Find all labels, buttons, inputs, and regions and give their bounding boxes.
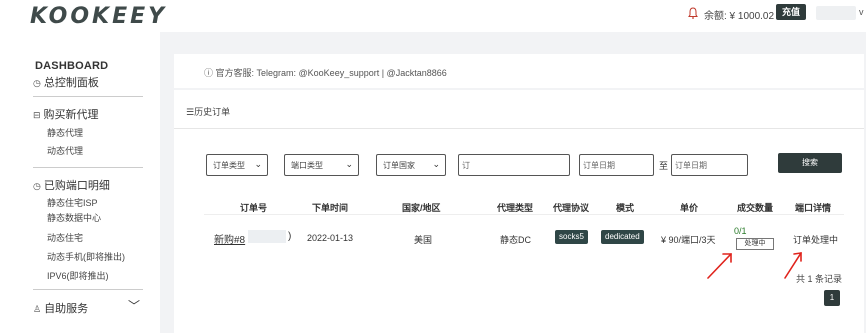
user-dropdown-indicator[interactable]: v <box>859 7 864 17</box>
sidebar-item-ipv6[interactable]: IPV6(即将推出) <box>47 269 109 282</box>
col-header-proxy-type: 代理类型 <box>497 203 534 213</box>
order-date-start-input[interactable]: 订单日期 <box>579 154 654 176</box>
order-country-select[interactable]: 订单国家 ⌄ <box>376 154 446 176</box>
country-cell: 美国 <box>414 235 433 245</box>
date-range-separator: 至 <box>659 161 669 171</box>
sidebar-item-control-panel[interactable]: ◷ 总控制面板 <box>33 74 99 90</box>
sidebar-divider <box>33 167 143 168</box>
col-header-quantity: 成交数量 <box>737 203 774 213</box>
quantity-status-badge: 处理中 <box>736 238 774 250</box>
port-type-select[interactable]: 端口类型 ⌄ <box>284 154 359 176</box>
order-date-end-input[interactable]: 订单日期 <box>671 154 748 176</box>
recharge-button[interactable]: 充值 <box>776 4 806 20</box>
sidebar-divider <box>33 289 143 290</box>
chevron-down-icon: ⌄ <box>432 159 440 169</box>
sidebar: DASHBOARD ◷ 总控制面板 ⊟ 购买新代理 静态代理 动态代理 ◷ 已购端口明… <box>0 32 160 333</box>
chevron-down-icon: ⌄ <box>254 159 262 169</box>
port-detail-cell[interactable]: 订单处理中 <box>793 233 838 246</box>
sidebar-item-purchased-ports[interactable]: ◷ 已购端口明细 <box>33 177 110 193</box>
sidebar-item-label: 自助服务 <box>44 303 89 315</box>
chevron-down-icon[interactable]: ﹀ <box>128 297 140 314</box>
sidebar-item-dynamic-mobile[interactable]: 动态手机(即将推出) <box>47 250 125 263</box>
sidebar-item-dynamic-proxy[interactable]: 动态代理 <box>47 144 83 157</box>
order-number-input[interactable]: 订 <box>458 154 570 176</box>
username-redacted[interactable] <box>816 6 856 20</box>
order-number-link[interactable]: 新购#8 <box>214 231 245 246</box>
quantity-cell: 0/1 <box>734 226 747 236</box>
col-header-mode: 模式 <box>616 203 635 213</box>
chevron-down-icon: ⌄ <box>345 159 353 169</box>
proxy-type-cell: 静态DC <box>500 235 531 245</box>
kookeey-logo[interactable]: KOOKEEY <box>30 4 167 29</box>
mode-tag: dedicated <box>601 230 644 244</box>
sidebar-item-label: 购买新代理 <box>43 109 99 121</box>
sidebar-divider <box>33 96 143 97</box>
support-banner: ⓘ 官方客服: Telegram: @KooKeey_support | @Ja… <box>174 54 864 88</box>
order-history-panel: ☰历史订单 订单类型 ⌄ 端口类型 ⌄ 订单国家 ⌄ 订 订单日期 至 订单日期 搜索… <box>174 90 864 333</box>
sidebar-item-buy-new-proxy[interactable]: ⊟ 购买新代理 <box>33 106 99 122</box>
balance-text: 余额: ¥ 1000.02 <box>704 11 775 22</box>
clock-icon: ◷ <box>33 78 41 88</box>
sidebar-item-self-service[interactable]: ♙ 自助服务 <box>33 300 88 316</box>
order-time-cell: 2022-01-13 <box>307 233 354 243</box>
bell-icon[interactable] <box>688 7 698 19</box>
dashboard-title: DASHBOARD <box>35 60 109 72</box>
pagination-page-1[interactable]: 1 <box>824 290 840 306</box>
order-type-select[interactable]: 订单类型 ⌄ <box>206 154 268 176</box>
table-header-divider <box>204 214 844 215</box>
divider <box>174 128 864 129</box>
order-number-redacted <box>248 230 286 243</box>
col-header-order-time: 下单时间 <box>312 203 349 213</box>
section-title: ☰历史订单 <box>186 107 231 117</box>
search-button[interactable]: 搜索 <box>778 153 842 173</box>
sidebar-item-static-datacenter[interactable]: 静态数据中心 <box>47 211 101 224</box>
col-header-country: 国家/地区 <box>402 203 441 213</box>
sidebar-item-static-residential-isp[interactable]: 静态住宅ISP <box>47 196 98 209</box>
info-icon: ⓘ <box>204 68 216 78</box>
user-icon: ♙ <box>33 304 42 314</box>
col-header-order-no: 订单号 <box>240 203 268 213</box>
sidebar-item-label: 已购端口明细 <box>43 180 110 192</box>
sidebar-item-static-proxy[interactable]: 静态代理 <box>47 126 83 139</box>
cart-icon: ⊟ <box>33 110 41 120</box>
total-records: 共 1 条记录 <box>796 274 843 284</box>
col-header-protocol: 代理协议 <box>553 203 590 213</box>
top-bar: KOOKEEY 余额: ¥ 1000.02 充值 v <box>0 0 866 32</box>
order-number-tail: ) <box>288 231 292 242</box>
col-header-price: 单价 <box>680 203 699 213</box>
sidebar-item-label: 总控制面板 <box>43 77 99 89</box>
list-icon: ☰ <box>186 107 195 117</box>
price-cell: ¥ 90/端口/3天 <box>661 235 716 245</box>
clock-icon: ◷ <box>33 181 41 191</box>
support-contact-text: ⓘ 官方客服: Telegram: @KooKeey_support | @Ja… <box>204 68 447 78</box>
protocol-tag: socks5 <box>555 230 588 244</box>
sidebar-item-dynamic-residential[interactable]: 动态住宅 <box>47 231 83 244</box>
col-header-port-detail: 端口详情 <box>795 203 832 213</box>
